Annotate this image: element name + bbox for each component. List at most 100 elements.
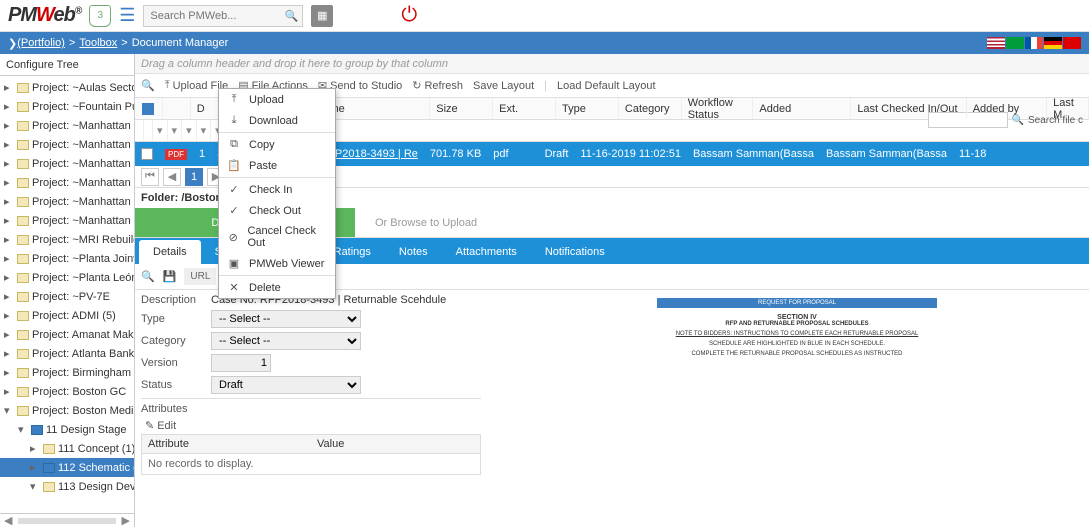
sidebar-item[interactable]: ▸Project: ~Manhattan Cou [0,154,134,173]
chevron-icon: ▸ [4,100,14,113]
tree-label: Project: ~Aulas Sector No [32,82,134,94]
search-box[interactable]: 🔍 [143,5,303,27]
menu-check-out[interactable]: ✓Check Out [219,200,335,221]
no-records-label: No records to display. [142,454,480,474]
filter-icon[interactable]: ▾ [168,120,183,141]
folder-icon [17,292,29,302]
menu-download[interactable]: ⤓Download [219,110,335,131]
category-select[interactable]: -- Select -- [211,332,361,350]
calendar-icon[interactable]: ▦ [311,5,333,27]
flag-de[interactable] [1044,37,1062,49]
refresh-button[interactable]: ↻Refresh [412,79,463,92]
tab-notes[interactable]: Notes [385,240,442,264]
chevron-icon: ▸ [4,252,14,265]
sidebar-item[interactable]: ▸ Project: ~Aulas Sector No [0,78,134,97]
tab-details[interactable]: Details [139,240,201,264]
type-select[interactable]: -- Select -- [211,310,361,328]
flag-bar [987,37,1081,49]
col-category[interactable]: Category [619,98,682,119]
filter-icon[interactable]: ▾ [182,120,197,141]
delete-icon: ✕ [227,281,241,294]
flag-other[interactable] [1063,37,1081,49]
sidebar-item[interactable]: ▸Project: ~Manhattan Cou [0,135,134,154]
search-icon[interactable]: 🔍 [141,270,155,283]
search-input[interactable] [150,6,280,26]
sidebar-item[interactable]: ▸Project: ~Planta Joinville - [0,249,134,268]
col-ext[interactable]: Ext. [493,98,556,119]
load-layout-button[interactable]: Load Default Layout [557,80,655,92]
tree-label: Project: ~Manhattan Cou [32,196,134,208]
pager-prev[interactable]: ◀ [163,168,181,186]
tree-label: Project: Birmingham Bank [32,367,134,379]
sidebar-item[interactable]: ▸Project: ~Manhattan Cou [0,211,134,230]
search-icon[interactable]: 🔍 [285,9,299,22]
sidebar-item[interactable]: ▸Project: ~Manhattan Cou [0,192,134,211]
menu-pmweb-viewer[interactable]: ▣PMWeb Viewer [219,253,335,274]
sidebar-item[interactable]: ▸111 Concept (1) [0,439,134,458]
col-size[interactable]: Size [430,98,493,119]
edit-button[interactable]: ✎Edit [141,417,481,434]
chevron-icon: ▸ [4,81,14,94]
col-type[interactable]: Type [556,98,619,119]
sidebar-item[interactable]: ▸Project: Atlanta Bank Bran [0,344,134,363]
save-layout-button[interactable]: Save Layout [473,80,534,92]
search-icon[interactable]: 🔍 [141,79,155,92]
flag-fr[interactable] [1025,37,1043,49]
sidebar-item[interactable]: ▸Project: ~PV-7E [0,287,134,306]
version-input[interactable] [211,354,271,372]
breadcrumb-portfolio[interactable]: (Portfolio) [17,37,65,49]
sidebar-item[interactable]: ▸Project: ~Fountain Pump [0,97,134,116]
sidebar-item[interactable]: ▸112 Schematic (1) [0,458,134,477]
sidebar-item[interactable]: ▸Project: Amanat Makkah F [0,325,134,344]
menu-copy[interactable]: ⧉Copy [219,134,335,155]
group-hint: Drag a column header and drop it here to… [135,54,1089,74]
pager-page[interactable]: 1 [185,168,203,186]
sidebar-item[interactable]: ▸Project: Birmingham Bank [0,363,134,382]
url-badge[interactable]: URL [184,268,216,285]
folder-icon [43,463,55,473]
col-addedby[interactable]: Added by [967,98,1047,119]
menu-cancel-checkout[interactable]: ⊘Cancel Check Out [219,221,335,253]
filter-icon[interactable]: ▾ [153,120,168,141]
filter-icon[interactable]: ▾ [197,120,212,141]
sidebar-item[interactable]: ▸Project: ~Manhattan Cou [0,116,134,135]
tree-label: Project: ~Planta León - M [32,272,134,284]
col-checked[interactable]: Last Checked In/Out [851,98,966,119]
menu-icon[interactable]: ☰ [119,5,135,26]
row-checkbox[interactable] [141,148,153,160]
select-all-checkbox[interactable] [142,103,154,115]
col-added[interactable]: Added [753,98,851,119]
breadcrumb-toolbox[interactable]: Toolbox [79,37,117,49]
sidebar-item[interactable]: ▸Project: ~Manhattan Cou [0,173,134,192]
pager-first[interactable]: ⏮ [141,168,159,186]
status-select[interactable]: Draft [211,376,361,394]
chevron-icon: ▸ [4,138,14,151]
tab-attachments[interactable]: Attachments [442,240,531,264]
menu-paste[interactable]: 📋Paste [219,155,335,176]
upload-icon: ⤒ [227,93,241,106]
sidebar-item[interactable]: ▾11 Design Stage [0,420,134,439]
sidebar-item[interactable]: ▸Project: ADMI (5) [0,306,134,325]
col-workflow[interactable]: Workflow Status [682,98,754,119]
flag-us[interactable] [987,37,1005,49]
browse-upload[interactable]: Or Browse to Upload [355,217,497,229]
menu-upload[interactable]: ⤒Upload [219,89,335,110]
breadcrumb-bar: ❯ (Portfolio) > Toolbox > Document Manag… [0,32,1089,54]
sidebar-item[interactable]: ▾Project: Boston Medical C [0,401,134,420]
folder-icon [17,311,29,321]
col-last[interactable]: Last M [1047,98,1089,119]
sidebar-item[interactable]: ▸Project: Boston GC [0,382,134,401]
menu-check-in[interactable]: ✓Check In [219,179,335,200]
pencil-icon: ✎ [145,419,154,432]
shield-badge[interactable]: 3 [89,5,111,27]
sidebar-item[interactable]: ▸Project: ~MRI Rebuild [0,230,134,249]
power-icon[interactable]: ⏻ [401,4,417,27]
flag-br[interactable] [1006,37,1024,49]
sidebar-scroll[interactable]: ◀▶ [0,513,134,527]
configure-tree-button[interactable]: Configure Tree [0,54,134,76]
menu-delete[interactable]: ✕Delete [219,277,335,298]
sidebar-item[interactable]: ▾113 Design Develo [0,477,134,496]
tab-notifications[interactable]: Notifications [531,240,619,264]
save-icon[interactable]: 💾 [163,270,177,283]
sidebar-item[interactable]: ▸Project: ~Planta León - M [0,268,134,287]
